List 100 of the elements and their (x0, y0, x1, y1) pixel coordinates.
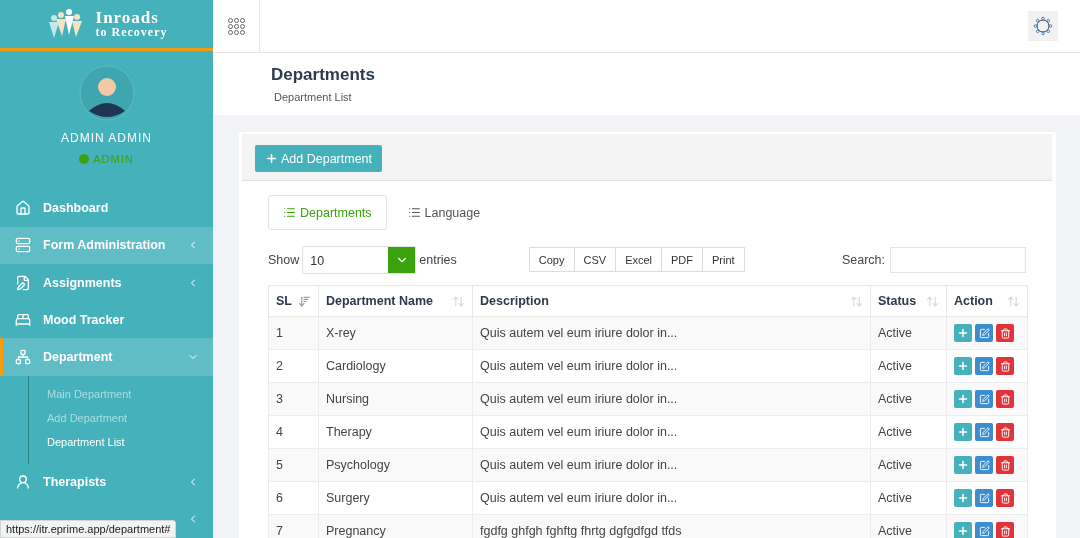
table-cell: 4 (268, 415, 319, 449)
search-label: Search: (841, 252, 885, 267)
column-header[interactable]: SL (268, 285, 319, 317)
edit-button[interactable] (975, 489, 993, 507)
table-cell: Quis autem vel eum iriure dolor in... (472, 382, 871, 416)
table-cell: 1 (268, 316, 319, 350)
delete-button[interactable] (996, 324, 1014, 342)
table-cell: Quis autem vel eum iriure dolor in... (472, 349, 871, 383)
export-button[interactable]: Print (702, 247, 745, 272)
home-icon (15, 200, 31, 217)
show-label: Show (268, 252, 300, 267)
trash-icon (999, 393, 1011, 405)
edit-icon (978, 393, 990, 405)
edit-icon (978, 525, 990, 537)
table-cell: Surgery (318, 481, 473, 515)
trash-icon (999, 459, 1011, 471)
page-title: Departments (271, 65, 376, 85)
edit-icon (978, 426, 990, 438)
table-cell: 6 (268, 481, 319, 515)
table-cell: Quis autem vel eum iriure dolor in... (472, 481, 871, 515)
edit-button[interactable] (975, 456, 993, 474)
column-header[interactable]: Department Name (318, 285, 473, 317)
url-tooltip: https://itr.eprime.app/department# (0, 520, 177, 538)
table-cell: Therapy (318, 415, 473, 449)
add-button[interactable] (954, 489, 972, 507)
entries-label: entries (419, 252, 457, 267)
trash-icon (999, 426, 1011, 438)
plus-icon (957, 525, 969, 537)
table-cell: 5 (268, 448, 319, 482)
export-button[interactable]: CSV (573, 247, 617, 272)
edit-icon (978, 327, 990, 339)
add-button[interactable] (954, 423, 972, 441)
plus-icon (957, 492, 969, 504)
page-subtitle: Department List (274, 91, 353, 103)
table-cell: fgdfg ghfgh fghftg fhrtg dgfgdfgd tfds (472, 514, 871, 538)
export-button[interactable]: Copy (528, 247, 575, 272)
export-button[interactable]: Excel (615, 247, 663, 272)
edit-button[interactable] (975, 522, 993, 538)
trash-icon (999, 360, 1011, 372)
trash-icon (999, 525, 1011, 537)
table-cell: 7 (268, 514, 319, 538)
table-cell: Quis autem vel eum iriure dolor in... (472, 448, 871, 482)
delete-button[interactable] (996, 357, 1014, 375)
add-button[interactable] (954, 456, 972, 474)
table-cell: 2 (268, 349, 319, 383)
apps-grid-icon[interactable] (227, 17, 245, 35)
delete-button[interactable] (996, 522, 1014, 538)
table-cell: Psychology (318, 448, 473, 482)
delete-button[interactable] (996, 489, 1014, 507)
add-button[interactable] (954, 522, 972, 538)
column-header[interactable]: Status (870, 285, 947, 317)
list-icon (407, 206, 421, 219)
table-cell: Pregnancy (318, 514, 473, 538)
edit-button[interactable] (975, 357, 993, 375)
settings-icon[interactable] (1033, 16, 1053, 36)
add-button[interactable] (954, 357, 972, 375)
entries-select[interactable]: 10 (302, 245, 417, 274)
plus-icon (957, 459, 969, 471)
edit-button[interactable] (975, 423, 993, 441)
add-button[interactable] (954, 324, 972, 342)
sitemap-icon (15, 349, 31, 365)
logo-title: Inroads (95, 9, 160, 27)
plus-icon (265, 152, 278, 165)
search-field[interactable] (890, 246, 1026, 273)
table-cell: Nursing (318, 382, 473, 416)
plus-icon (957, 393, 969, 405)
table-cell: Active (870, 481, 947, 515)
table-cell: Active (870, 415, 947, 449)
plus-icon (957, 360, 969, 372)
stacked-bars-icon (15, 237, 31, 254)
avatar-silhouette (78, 64, 135, 121)
table-cell: Active (870, 448, 947, 482)
add-button[interactable] (954, 390, 972, 408)
edit-icon (978, 360, 990, 372)
logo-subtitle: to Recovery (95, 26, 168, 39)
column-header[interactable]: Description (472, 285, 871, 317)
column-header[interactable]: Action (946, 285, 1028, 317)
user-icon (15, 474, 31, 491)
table-cell: Active (870, 349, 947, 383)
table-cell: Active (870, 382, 947, 416)
list-icon (283, 206, 296, 219)
bed-icon (15, 311, 31, 328)
table-cell: 3 (268, 382, 319, 416)
trash-icon (999, 492, 1011, 504)
file-edit-icon (15, 274, 31, 291)
edit-button[interactable] (975, 324, 993, 342)
profile-role: ADMIN (93, 152, 134, 165)
edit-icon (978, 459, 990, 471)
trash-icon (999, 327, 1011, 339)
table-cell: Cardiology (318, 349, 473, 383)
export-button[interactable]: PDF (661, 247, 704, 272)
table-cell: X-rey (318, 316, 473, 350)
delete-button[interactable] (996, 423, 1014, 441)
table-cell: Quis autem vel eum iriure dolor in... (472, 316, 871, 350)
edit-button[interactable] (975, 390, 993, 408)
table-cell: Quis autem vel eum iriure dolor in... (472, 415, 871, 449)
delete-button[interactable] (996, 390, 1014, 408)
table-cell: Active (870, 316, 947, 350)
plus-icon (957, 426, 969, 438)
delete-button[interactable] (996, 456, 1014, 474)
